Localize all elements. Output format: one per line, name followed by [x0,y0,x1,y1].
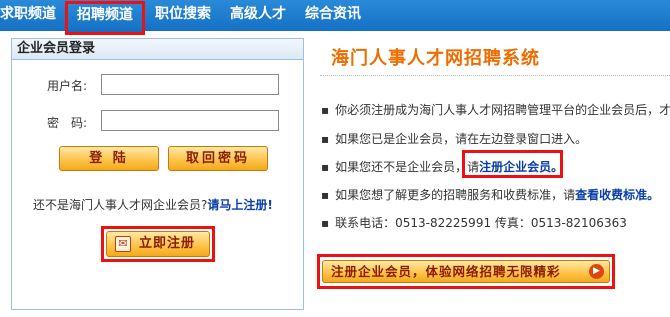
page-title: 海门人事人才网招聘系统 [331,48,540,69]
bullet-icon: ▪ [321,160,330,174]
retrieve-password-button[interactable]: 取回密码 [168,146,268,171]
bullet-icon: ▪ [321,188,330,202]
register-now-button[interactable]: ✉ 立即注册 [106,231,210,257]
info-text-4: 如果您想了解更多的招聘服务和收费标准，请 [335,188,576,202]
username-input[interactable] [101,74,279,95]
contact-info: 联系电话：0513-82225991 传真：0513-82106363 [335,216,627,230]
password-label: 密 码: [47,116,88,130]
nav-item-job-search[interactable]: 职位搜索 [155,0,211,31]
enterprise-login-panel: 企业会员登录 用户名: 密 码: 登 陆 取回密码 还不是海门人事人才网企业会员… [11,38,304,310]
info-line-5: ▪ 联系电话：0513-82225991 传真：0513-82106363 [321,214,627,231]
password-input[interactable] [101,110,279,131]
not-member-text: 还不是海门人事人才网企业会员? [33,198,208,212]
banner-button-label: 注册企业会员，体验网络招聘无限精彩 [331,264,561,279]
username-label: 用户名: [47,79,88,93]
nav-item-recruitment[interactable]: 招聘频道 [65,1,145,35]
info-text-1: 你必须注册成为海门人事人才网招聘管理平台的企业会员后，才 [335,103,670,117]
bullet-icon: ▪ [321,103,330,117]
info-text-2: 如果您已是企业会员，请在左边登录窗口进入。 [335,132,588,146]
bullet-icon: ▪ [321,132,330,146]
bullet-icon: ▪ [321,216,330,230]
login-panel-title: 企业会员登录 [12,39,303,60]
not-member-prompt: 还不是海门人事人才网企业会员?请马上注册! [33,196,273,213]
info-line-4: ▪ 如果您想了解更多的招聘服务和收费标准，请查看收费标准。 [321,186,659,203]
top-nav-bar: 求职频道 招聘频道 职位搜索 高级人才 综合资讯 [0,0,670,35]
nav-item-news[interactable]: 综合资讯 [305,0,361,31]
register-now-label: 立即注册 [139,236,196,251]
view-fees-link[interactable]: 查看收费标准。 [575,188,659,202]
register-link[interactable]: 请马上注册! [207,198,272,212]
info-line-1: ▪ 你必须注册成为海门人事人才网招聘管理平台的企业会员后，才 [321,101,670,118]
info-text-3: 如果您还不是企业会员，请 [335,160,480,174]
title-divider [320,75,670,76]
login-button[interactable]: 登 陆 [59,146,159,171]
highlight-frame-register-link [462,150,563,178]
arrow-right-icon: ▶ [589,264,604,279]
register-enterprise-banner-button[interactable]: 注册企业会员，体验网络招聘无限精彩 ▶ [322,260,610,283]
register-icon: ✉ [115,236,131,252]
nav-item-senior-talent[interactable]: 高级人才 [230,0,286,31]
nav-item-job-seeking[interactable]: 求职频道 [0,0,56,31]
info-line-2: ▪ 如果您已是企业会员，请在左边登录窗口进入。 [321,130,587,147]
